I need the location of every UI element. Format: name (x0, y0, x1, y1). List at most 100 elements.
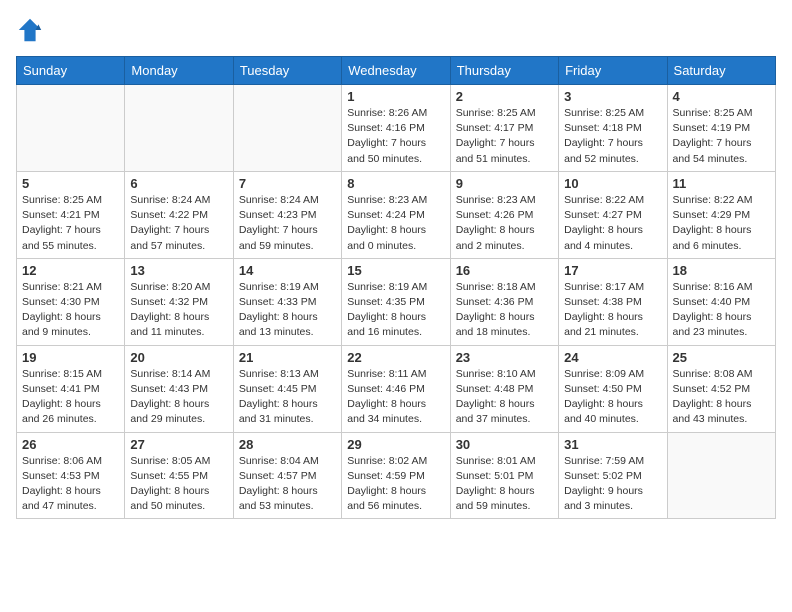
day-info: Sunrise: 8:23 AM Sunset: 4:26 PM Dayligh… (456, 193, 553, 254)
day-number: 21 (239, 350, 336, 365)
calendar-cell: 30 Sunrise: 8:01 AM Sunset: 5:01 PM Dayli… (450, 432, 558, 519)
day-info: Sunrise: 8:24 AM Sunset: 4:22 PM Dayligh… (130, 193, 227, 254)
week-row-5: 26Sunrise: 8:06 AM Sunset: 4:53 PM Dayli… (17, 432, 776, 519)
weekday-header-saturday: Saturday (667, 57, 775, 85)
calendar-cell: 28 Sunrise: 8:04 AM Sunset: 4:57 PM Dayli… (233, 432, 341, 519)
day-number: 12 (22, 263, 119, 278)
calendar-cell: 11 Sunrise: 8:22 AM Sunset: 4:29 PM Dayli… (667, 171, 775, 258)
day-number: 7 (239, 176, 336, 191)
day-info: Sunrise: 8:01 AM Sunset: 5:01 PM Dayligh… (456, 454, 553, 515)
day-info: Sunrise: 8:09 AM Sunset: 4:50 PM Dayligh… (564, 367, 661, 428)
calendar-cell (125, 85, 233, 172)
weekday-header-friday: Friday (559, 57, 667, 85)
day-info: Sunrise: 8:14 AM Sunset: 4:43 PM Dayligh… (130, 367, 227, 428)
calendar-cell: 15 Sunrise: 8:19 AM Sunset: 4:35 PM Dayli… (342, 258, 450, 345)
weekday-header-monday: Monday (125, 57, 233, 85)
day-number: 8 (347, 176, 444, 191)
calendar-cell: 21 Sunrise: 8:13 AM Sunset: 4:45 PM Dayli… (233, 345, 341, 432)
day-info: Sunrise: 8:15 AM Sunset: 4:41 PM Dayligh… (22, 367, 119, 428)
day-info: Sunrise: 8:05 AM Sunset: 4:55 PM Dayligh… (130, 454, 227, 515)
day-info: Sunrise: 8:06 AM Sunset: 4:53 PM Dayligh… (22, 454, 119, 515)
day-number: 18 (673, 263, 770, 278)
weekday-header-tuesday: Tuesday (233, 57, 341, 85)
day-info: Sunrise: 8:19 AM Sunset: 4:35 PM Dayligh… (347, 280, 444, 341)
calendar-cell: 6 Sunrise: 8:24 AM Sunset: 4:22 PM Daylig… (125, 171, 233, 258)
calendar-cell: 2 Sunrise: 8:25 AM Sunset: 4:17 PM Daylig… (450, 85, 558, 172)
weekday-header-wednesday: Wednesday (342, 57, 450, 85)
weekday-header-thursday: Thursday (450, 57, 558, 85)
calendar-cell: 25 Sunrise: 8:08 AM Sunset: 4:52 PM Dayli… (667, 345, 775, 432)
day-info: Sunrise: 7:59 AM Sunset: 5:02 PM Dayligh… (564, 454, 661, 515)
calendar-cell: 14Sunrise: 8:19 AM Sunset: 4:33 PM Dayli… (233, 258, 341, 345)
calendar-cell: 7 Sunrise: 8:24 AM Sunset: 4:23 PM Daylig… (233, 171, 341, 258)
day-info: Sunrise: 8:02 AM Sunset: 4:59 PM Dayligh… (347, 454, 444, 515)
day-info: Sunrise: 8:19 AM Sunset: 4:33 PM Dayligh… (239, 280, 336, 341)
week-row-2: 5 Sunrise: 8:25 AM Sunset: 4:21 PM Daylig… (17, 171, 776, 258)
day-info: Sunrise: 8:10 AM Sunset: 4:48 PM Dayligh… (456, 367, 553, 428)
day-info: Sunrise: 8:22 AM Sunset: 4:29 PM Dayligh… (673, 193, 770, 254)
calendar-cell: 24Sunrise: 8:09 AM Sunset: 4:50 PM Dayli… (559, 345, 667, 432)
day-number: 6 (130, 176, 227, 191)
day-number: 19 (22, 350, 119, 365)
calendar-cell: 4 Sunrise: 8:25 AM Sunset: 4:19 PM Daylig… (667, 85, 775, 172)
calendar-cell: 23 Sunrise: 8:10 AM Sunset: 4:48 PM Dayli… (450, 345, 558, 432)
calendar-cell: 20 Sunrise: 8:14 AM Sunset: 4:43 PM Dayli… (125, 345, 233, 432)
day-number: 3 (564, 89, 661, 104)
day-number: 17 (564, 263, 661, 278)
day-number: 28 (239, 437, 336, 452)
day-number: 29 (347, 437, 444, 452)
calendar-cell: 9 Sunrise: 8:23 AM Sunset: 4:26 PM Daylig… (450, 171, 558, 258)
day-info: Sunrise: 8:17 AM Sunset: 4:38 PM Dayligh… (564, 280, 661, 341)
day-info: Sunrise: 8:26 AM Sunset: 4:16 PM Dayligh… (347, 106, 444, 167)
day-number: 1 (347, 89, 444, 104)
day-info: Sunrise: 8:13 AM Sunset: 4:45 PM Dayligh… (239, 367, 336, 428)
week-row-4: 19 Sunrise: 8:15 AM Sunset: 4:41 PM Dayli… (17, 345, 776, 432)
calendar-cell: 5 Sunrise: 8:25 AM Sunset: 4:21 PM Daylig… (17, 171, 125, 258)
logo (16, 16, 48, 44)
day-info: Sunrise: 8:21 AM Sunset: 4:30 PM Dayligh… (22, 280, 119, 341)
calendar-cell: 18 Sunrise: 8:16 AM Sunset: 4:40 PM Dayli… (667, 258, 775, 345)
calendar-cell: 26Sunrise: 8:06 AM Sunset: 4:53 PM Dayli… (17, 432, 125, 519)
day-info: Sunrise: 8:25 AM Sunset: 4:19 PM Dayligh… (673, 106, 770, 167)
day-info: Sunrise: 8:16 AM Sunset: 4:40 PM Dayligh… (673, 280, 770, 341)
day-info: Sunrise: 8:25 AM Sunset: 4:21 PM Dayligh… (22, 193, 119, 254)
calendar-table: SundayMondayTuesdayWednesdayThursdayFrid… (16, 56, 776, 519)
day-number: 20 (130, 350, 227, 365)
day-number: 13 (130, 263, 227, 278)
day-number: 31 (564, 437, 661, 452)
day-info: Sunrise: 8:20 AM Sunset: 4:32 PM Dayligh… (130, 280, 227, 341)
day-info: Sunrise: 8:04 AM Sunset: 4:57 PM Dayligh… (239, 454, 336, 515)
day-number: 4 (673, 89, 770, 104)
calendar-cell: 10Sunrise: 8:22 AM Sunset: 4:27 PM Dayli… (559, 171, 667, 258)
day-number: 10 (564, 176, 661, 191)
day-number: 5 (22, 176, 119, 191)
day-info: Sunrise: 8:11 AM Sunset: 4:46 PM Dayligh… (347, 367, 444, 428)
calendar-cell: 3Sunrise: 8:25 AM Sunset: 4:18 PM Daylig… (559, 85, 667, 172)
calendar-cell: 29 Sunrise: 8:02 AM Sunset: 4:59 PM Dayli… (342, 432, 450, 519)
calendar-cell: 17 Sunrise: 8:17 AM Sunset: 4:38 PM Dayli… (559, 258, 667, 345)
calendar-cell: 8Sunrise: 8:23 AM Sunset: 4:24 PM Daylig… (342, 171, 450, 258)
weekday-header-sunday: Sunday (17, 57, 125, 85)
week-row-3: 12 Sunrise: 8:21 AM Sunset: 4:30 PM Dayli… (17, 258, 776, 345)
calendar-cell: 27Sunrise: 8:05 AM Sunset: 4:55 PM Dayli… (125, 432, 233, 519)
calendar-cell: 31 Sunrise: 7:59 AM Sunset: 5:02 PM Dayli… (559, 432, 667, 519)
day-number: 15 (347, 263, 444, 278)
calendar-cell: 22 Sunrise: 8:11 AM Sunset: 4:46 PM Dayli… (342, 345, 450, 432)
day-number: 30 (456, 437, 553, 452)
day-number: 16 (456, 263, 553, 278)
day-number: 11 (673, 176, 770, 191)
day-number: 23 (456, 350, 553, 365)
day-number: 9 (456, 176, 553, 191)
calendar-cell (667, 432, 775, 519)
calendar-cell: 12 Sunrise: 8:21 AM Sunset: 4:30 PM Dayli… (17, 258, 125, 345)
calendar-cell: 16Sunrise: 8:18 AM Sunset: 4:36 PM Dayli… (450, 258, 558, 345)
day-number: 2 (456, 89, 553, 104)
day-info: Sunrise: 8:25 AM Sunset: 4:17 PM Dayligh… (456, 106, 553, 167)
week-row-1: 1 Sunrise: 8:26 AM Sunset: 4:16 PM Daylig… (17, 85, 776, 172)
day-info: Sunrise: 8:24 AM Sunset: 4:23 PM Dayligh… (239, 193, 336, 254)
page-header (16, 16, 776, 44)
day-info: Sunrise: 8:08 AM Sunset: 4:52 PM Dayligh… (673, 367, 770, 428)
day-number: 25 (673, 350, 770, 365)
day-number: 22 (347, 350, 444, 365)
calendar-cell: 19 Sunrise: 8:15 AM Sunset: 4:41 PM Dayli… (17, 345, 125, 432)
